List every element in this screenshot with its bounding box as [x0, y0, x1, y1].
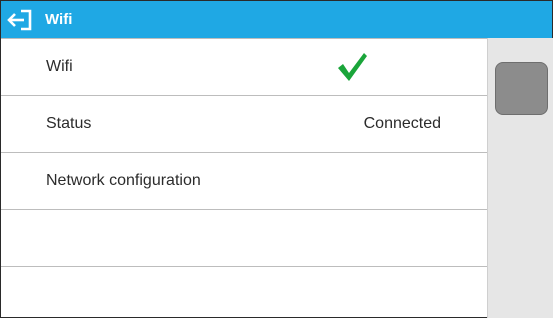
- scrollbar-track[interactable]: [487, 38, 553, 318]
- list-item-wifi[interactable]: Wifi: [1, 39, 487, 96]
- page-title: Wifi: [45, 11, 73, 28]
- list-item-label: Network configuration: [46, 172, 201, 189]
- app-window: Wifi Wifi Status Connected Network confi…: [0, 0, 553, 318]
- list-item-network-configuration[interactable]: Network configuration: [1, 153, 487, 210]
- settings-list: Wifi Status Connected Network configurat…: [1, 38, 487, 317]
- back-button[interactable]: [1, 1, 41, 38]
- back-arrow-exit-icon: [7, 9, 32, 30]
- header-bar: Wifi: [1, 1, 552, 38]
- checkmark-icon: [338, 53, 367, 81]
- list-item-empty[interactable]: [1, 210, 487, 267]
- list-item-label: Wifi: [46, 58, 73, 75]
- list-item-status[interactable]: Status Connected: [1, 96, 487, 153]
- scrollbar-thumb[interactable]: [495, 62, 548, 115]
- list-item-label: Status: [46, 115, 92, 132]
- status-value: Connected: [363, 115, 441, 132]
- list-item-empty[interactable]: [1, 267, 487, 317]
